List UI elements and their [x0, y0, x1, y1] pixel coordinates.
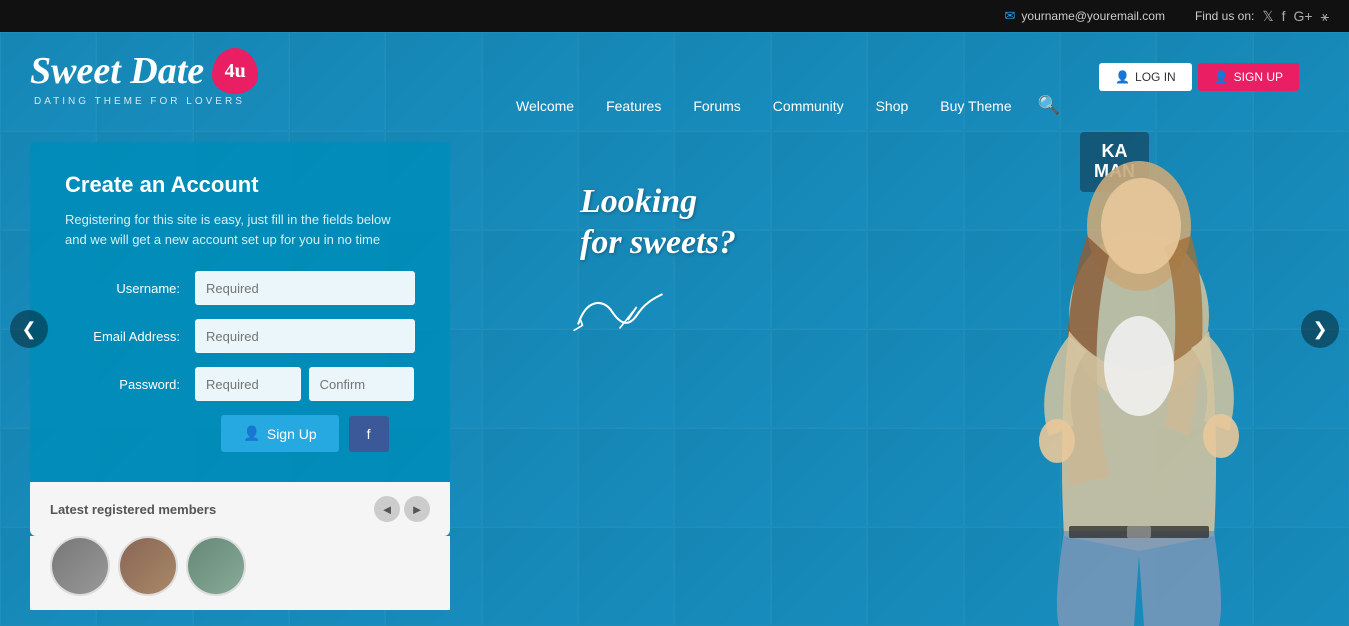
password-label: Password: [65, 377, 195, 392]
logo-4u-badge: 4u ♥ [212, 48, 258, 94]
brand-name: Sweet Date [30, 52, 204, 90]
email-address: yourname@youremail.com [1021, 9, 1165, 23]
member-avatar-1 [50, 536, 110, 596]
main-nav: Welcome Features Forums Community Shop B… [500, 87, 1070, 124]
login-icon: 👤 [1115, 70, 1130, 84]
slider-next-icon: ❯ [1312, 319, 1327, 340]
logo-suffix: 4u [225, 61, 246, 81]
facebook-button[interactable]: f [349, 416, 389, 452]
password-row: Password: [65, 367, 415, 401]
hero-figure [979, 136, 1299, 626]
logo-heart-icon: ♥ [232, 88, 238, 98]
nav-shop[interactable]: Shop [860, 90, 925, 122]
hero-tagline-line1: Looking [580, 182, 736, 223]
nav-features[interactable]: Features [590, 90, 677, 122]
signup-header-label: SIGN UP [1234, 70, 1283, 84]
signup-form-icon: 👤 [243, 425, 260, 442]
hero-wave-graphic [570, 282, 670, 332]
members-label: Latest registered members [50, 502, 216, 517]
confirm-password-input[interactable] [309, 367, 415, 401]
login-label: LOG IN [1135, 70, 1176, 84]
form-actions: 👤 Sign Up f [65, 415, 415, 452]
email-contact: ✉ yourname@youremail.com [1004, 8, 1164, 24]
form-description: Registering for this site is easy, just … [65, 210, 415, 249]
username-row: Username: [65, 271, 415, 305]
twitter-icon[interactable]: 𝕏 [1262, 8, 1273, 25]
googleplus-icon[interactable]: G+ [1294, 8, 1313, 24]
hero-image-area: KA MAN Looking for sweets? [480, 122, 1349, 626]
member-avatar-3 [186, 536, 246, 596]
slider-prev-icon: ❮ [21, 319, 36, 340]
find-us-label: Find us on: [1195, 9, 1254, 23]
pinterest-icon[interactable]: ⚹ [1321, 8, 1329, 25]
email-row: Email Address: [65, 319, 415, 353]
signup-form-button[interactable]: 👤 Sign Up [221, 415, 338, 452]
logo-area: Sweet Date 4u ♥ DATING THEME FOR LOVERS [30, 48, 258, 107]
registration-form-box: Create an Account Registering for this s… [30, 142, 450, 482]
hero-tagline-line2: for sweets? [580, 223, 736, 264]
facebook-icon: f [367, 426, 371, 442]
search-icon[interactable]: 🔍 [1028, 87, 1070, 124]
username-input[interactable] [195, 271, 415, 305]
email-icon: ✉ [1004, 8, 1015, 24]
main-container: // Generate mosaic cells for(let i=0;i<8… [0, 32, 1349, 626]
password-input[interactable] [195, 367, 301, 401]
password-inputs [195, 367, 415, 401]
slider-prev-button[interactable]: ❮ [10, 310, 48, 348]
members-nav: ◄ ► [374, 496, 430, 522]
auth-buttons: 👤 LOG IN 👤 SIGN UP [1099, 63, 1299, 91]
logo-text: Sweet Date 4u ♥ [30, 48, 258, 94]
member-avatar-2 [118, 536, 178, 596]
nav-forums[interactable]: Forums [677, 90, 756, 122]
email-label: Email Address: [65, 329, 195, 344]
nav-community[interactable]: Community [757, 90, 860, 122]
social-links: Find us on: 𝕏 f G+ ⚹ [1195, 8, 1329, 25]
nav-auth-area: 👤 LOG IN 👤 SIGN UP [1099, 63, 1329, 91]
nav-welcome[interactable]: Welcome [500, 90, 590, 122]
members-bar: Latest registered members ◄ ► [30, 482, 450, 536]
hero-tagline: Looking for sweets? [580, 182, 736, 264]
member-avatars [30, 536, 450, 610]
hero-content: Create an Account Registering for this s… [0, 122, 1349, 626]
signup-form-label: Sign Up [267, 426, 317, 442]
signup-header-button[interactable]: 👤 SIGN UP [1198, 63, 1299, 91]
email-input[interactable] [195, 319, 415, 353]
members-prev-icon: ◄ [381, 502, 394, 517]
username-label: Username: [65, 281, 195, 296]
members-next-button[interactable]: ► [404, 496, 430, 522]
signup-header-icon: 👤 [1214, 70, 1229, 84]
login-button[interactable]: 👤 LOG IN [1099, 63, 1192, 91]
slider-next-button[interactable]: ❯ [1301, 310, 1339, 348]
nav-buy-theme[interactable]: Buy Theme [924, 90, 1027, 122]
logo-tagline: DATING THEME FOR LOVERS [34, 96, 245, 107]
top-bar: ✉ yourname@youremail.com Find us on: 𝕏 f… [0, 0, 1349, 32]
facebook-icon[interactable]: f [1282, 8, 1286, 24]
members-next-icon: ► [411, 502, 424, 517]
form-title: Create an Account [65, 172, 415, 198]
form-panel: Create an Account Registering for this s… [0, 122, 480, 626]
members-prev-button[interactable]: ◄ [374, 496, 400, 522]
